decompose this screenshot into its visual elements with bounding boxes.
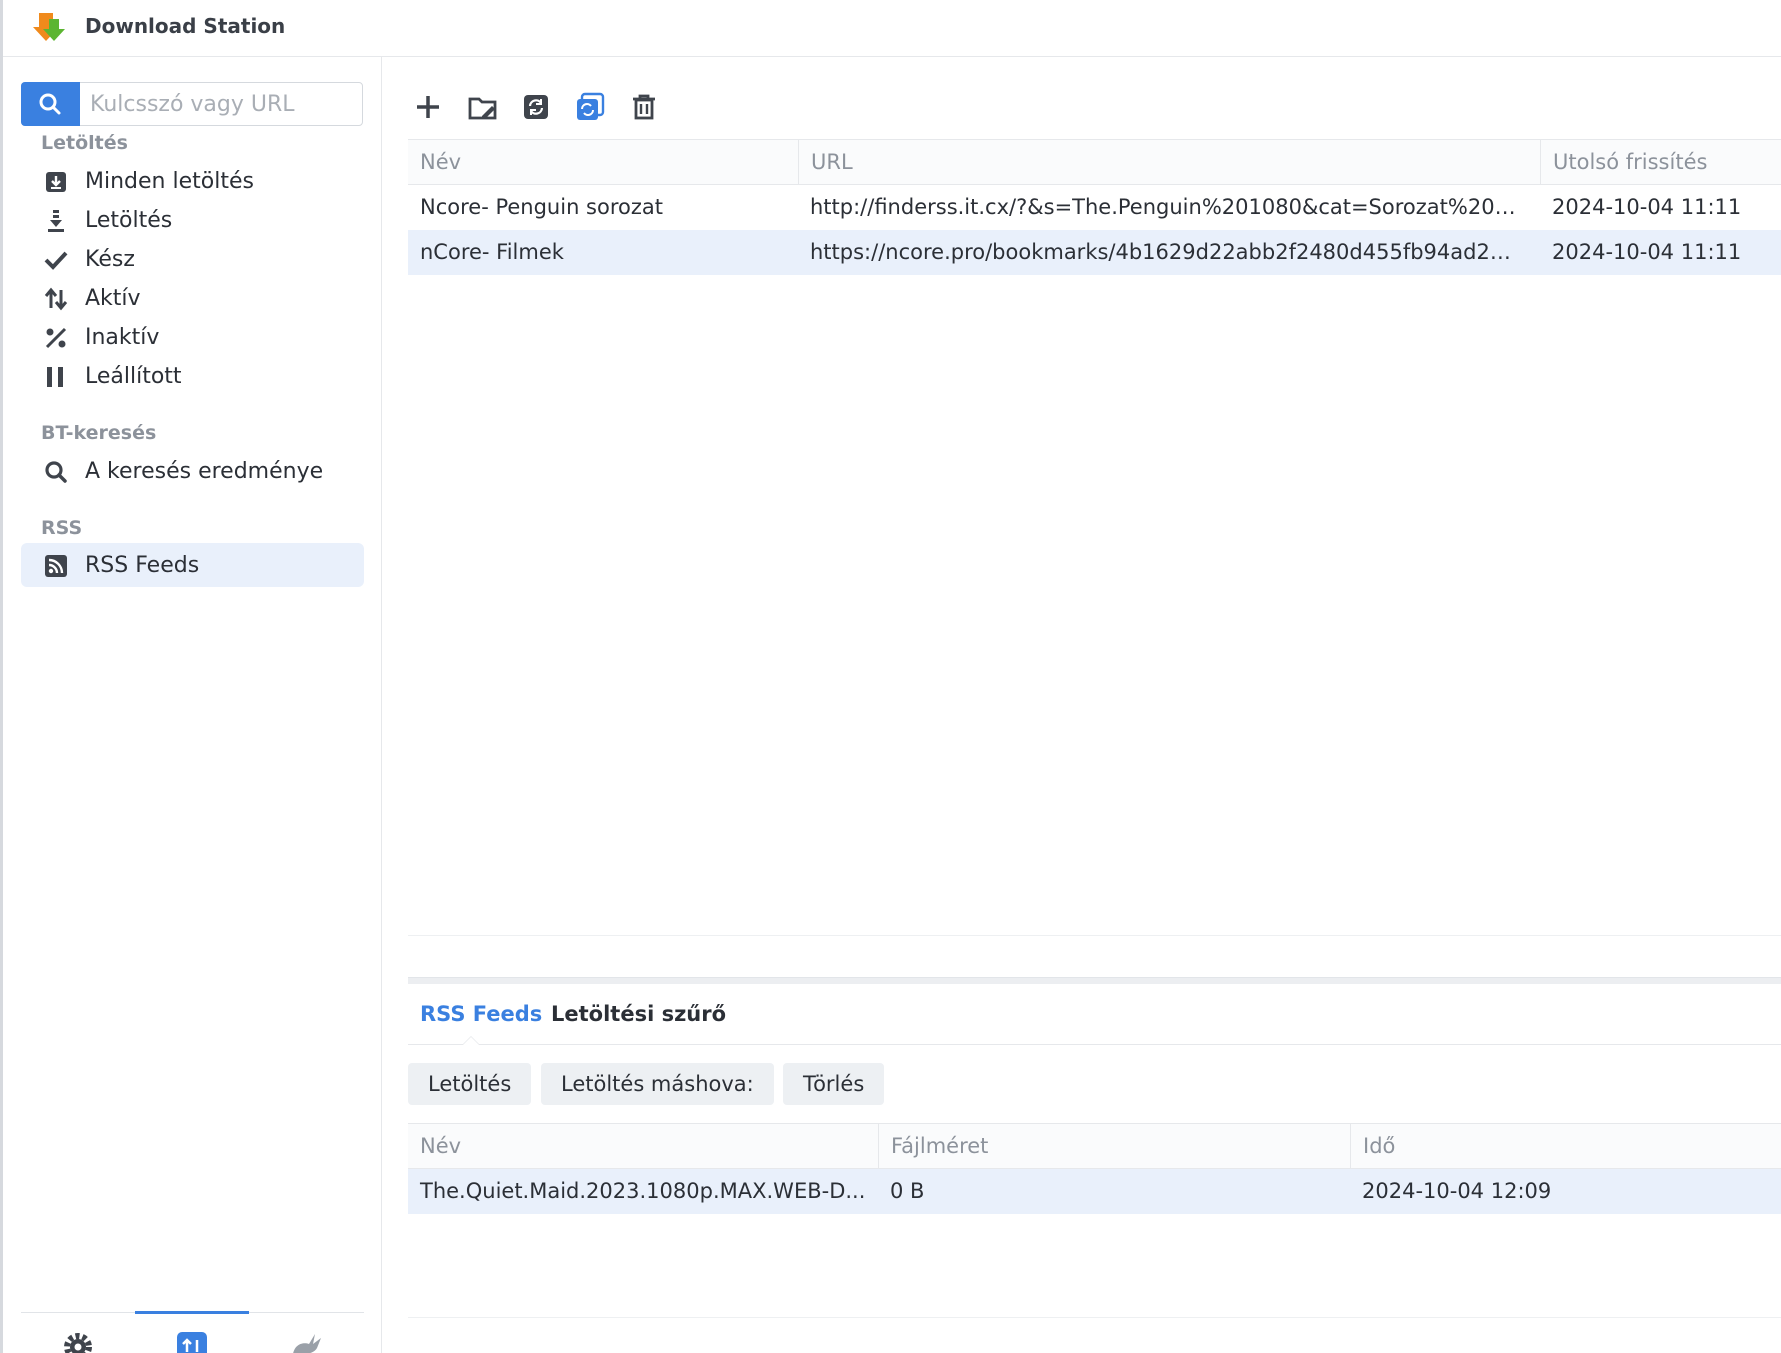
search-input[interactable] xyxy=(90,83,360,125)
feed-updated: 2024-10-04 11:11 xyxy=(1552,240,1742,264)
sidebar: Letöltés Minden letöltés Letöltés Kész A… xyxy=(3,57,382,1353)
sidebar-item-finished[interactable]: Kész xyxy=(21,237,364,281)
item-size: 0 B xyxy=(890,1179,925,1203)
section-title-rss: RSS xyxy=(41,517,83,539)
tab-download-filter[interactable]: Letöltési szűrő xyxy=(551,1002,726,1026)
sidebar-item-label: Leállított xyxy=(85,364,182,389)
folder-edit-icon xyxy=(468,97,497,120)
refresh-icon xyxy=(524,95,548,119)
table-footer-divider xyxy=(408,935,1781,936)
item-time: 2024-10-04 12:09 xyxy=(1362,1179,1552,1203)
sidebar-item-label: A keresés eredménye xyxy=(85,459,324,484)
add-icon xyxy=(417,96,439,118)
table-row[interactable]: Ncore- Penguin sorozat http://finderss.i… xyxy=(408,185,1781,230)
table-header: Név URL Utolsó frissítés xyxy=(408,139,1781,185)
sidebar-item-all-downloads[interactable]: Minden letöltés xyxy=(21,159,364,203)
rss-feeds-table: Név URL Utolsó frissítés Ncore- Penguin … xyxy=(408,139,1781,275)
column-header-size[interactable]: Fájlméret xyxy=(878,1124,1350,1169)
feed-url: http://finderss.it.cx/?&s=The.Penguin%20… xyxy=(810,195,1523,219)
download-to-button[interactable]: Letöltés máshova: xyxy=(541,1063,774,1105)
column-header-url[interactable]: URL xyxy=(798,140,1540,185)
refresh-all-button[interactable] xyxy=(570,87,610,127)
feed-name: nCore- Filmek xyxy=(420,240,564,264)
sidebar-item-stopped[interactable]: Leállított xyxy=(21,354,364,398)
table-row[interactable]: nCore- Filmek https://ncore.pro/bookmark… xyxy=(408,230,1781,275)
feed-name: Ncore- Penguin sorozat xyxy=(420,195,663,219)
toolbar xyxy=(383,87,783,129)
edit-feed-button[interactable] xyxy=(462,87,502,127)
transfer-icon xyxy=(177,1332,207,1353)
app-title: Download Station xyxy=(85,14,286,38)
download-station-logo-icon xyxy=(33,13,65,41)
sidebar-item-active[interactable]: Aktív xyxy=(21,276,364,320)
search-icon xyxy=(45,461,67,483)
sidebar-item-label: Kész xyxy=(85,247,135,272)
section-title-bt-search: BT-keresés xyxy=(41,422,157,444)
feed-updated: 2024-10-04 11:11 xyxy=(1552,195,1742,219)
trash-icon xyxy=(633,94,655,120)
tab-settings[interactable] xyxy=(21,1313,135,1353)
title-bar: Download Station xyxy=(3,0,1781,57)
up-down-arrows-icon xyxy=(44,287,68,311)
tab-rss-feeds[interactable]: RSS Feeds xyxy=(420,1002,542,1026)
main-panel: Név URL Utolsó frissítés Ncore- Penguin … xyxy=(383,57,1781,1353)
donkey-icon xyxy=(293,1334,321,1353)
gear-icon xyxy=(64,1333,92,1353)
download-button[interactable]: Letöltés xyxy=(408,1063,532,1105)
column-header-name[interactable]: Név xyxy=(408,1124,878,1169)
sidebar-item-rss-feeds[interactable]: RSS Feeds xyxy=(21,543,364,587)
column-header-last-update[interactable]: Utolsó frissítés xyxy=(1540,140,1781,185)
refresh-button[interactable] xyxy=(516,87,556,127)
rss-items-table: Név Fájlméret Idő The.Quiet.Maid.2023.10… xyxy=(408,1123,1781,1214)
refresh-all-icon xyxy=(577,92,605,120)
percent-icon xyxy=(45,327,67,349)
search-icon xyxy=(39,93,61,115)
tab-transfers[interactable] xyxy=(135,1311,249,1353)
check-icon xyxy=(44,251,68,270)
delete-item-button[interactable]: Törlés xyxy=(783,1063,885,1105)
download-box-icon xyxy=(46,172,66,192)
search-box xyxy=(21,82,363,126)
tab-emule[interactable] xyxy=(249,1313,363,1353)
table-header: Név Fájlméret Idő xyxy=(408,1123,1781,1169)
sidebar-item-inactive[interactable]: Inaktív xyxy=(21,315,364,359)
item-name: The.Quiet.Maid.2023.1080p.MAX.WEB-D... xyxy=(420,1179,866,1203)
sidebar-item-label: Letöltés xyxy=(85,208,173,233)
pause-icon xyxy=(47,367,63,387)
feed-url: https://ncore.pro/bookmarks/4b1629d22abb… xyxy=(810,240,1524,264)
sidebar-item-label: Aktív xyxy=(85,286,141,311)
add-button[interactable] xyxy=(408,87,448,127)
download-arrow-icon xyxy=(48,210,64,232)
bottom-divider xyxy=(408,1317,1781,1318)
section-title-letoltes: Letöltés xyxy=(41,132,128,154)
sidebar-item-label: RSS Feeds xyxy=(85,553,200,578)
sidebar-item-label: Inaktív xyxy=(85,325,160,350)
sidebar-item-downloading[interactable]: Letöltés xyxy=(21,198,364,242)
search-button[interactable] xyxy=(21,82,80,126)
column-header-time[interactable]: Idő xyxy=(1350,1124,1781,1169)
sidebar-item-label: Minden letöltés xyxy=(85,169,254,194)
panel-splitter[interactable] xyxy=(408,977,1781,984)
sidebar-item-search-results[interactable]: A keresés eredménye xyxy=(21,449,364,493)
rss-icon xyxy=(45,555,67,577)
active-tab-indicator xyxy=(462,1036,480,1045)
table-row[interactable]: The.Quiet.Maid.2023.1080p.MAX.WEB-D... 0… xyxy=(408,1169,1781,1214)
column-header-name[interactable]: Név xyxy=(408,140,798,185)
bottom-panel-tabs: RSS Feeds Letöltési szűrő xyxy=(408,984,1781,1045)
delete-button[interactable] xyxy=(624,87,664,127)
sidebar-bottom-tabs xyxy=(21,1311,364,1353)
